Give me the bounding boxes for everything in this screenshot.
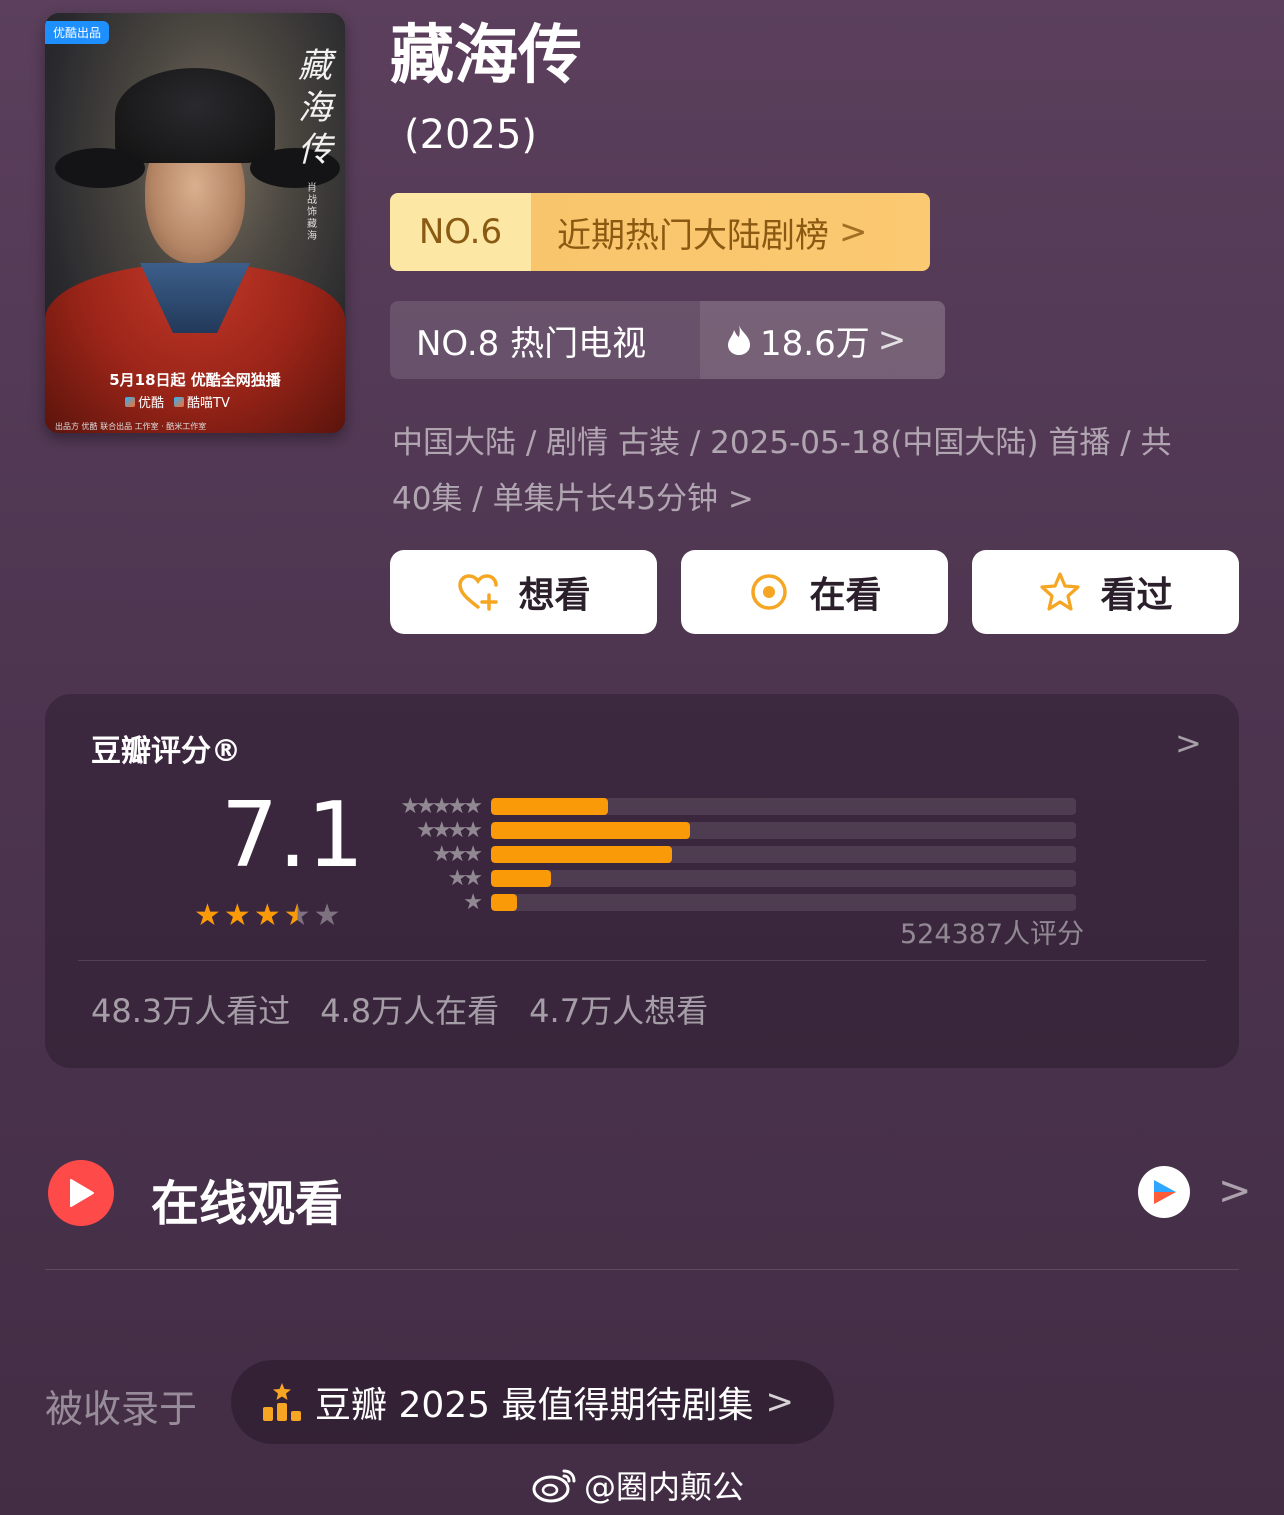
chevron-right-icon[interactable]: > xyxy=(1175,724,1202,762)
youku-icon xyxy=(125,397,135,407)
poster-credits: 出品方 优酷 联合出品 工作室 · 酷米工作室 xyxy=(55,422,207,431)
distribution-bar xyxy=(491,821,690,839)
distribution-star-label: ★ xyxy=(463,889,483,915)
distribution-bar xyxy=(491,869,552,887)
poster-hat xyxy=(115,68,275,163)
distribution-star-label: ★★ xyxy=(447,865,483,891)
rating-stats: 48.3万人看过 4.8万人在看 4.7万人想看 xyxy=(91,986,708,1032)
collected-list-pill[interactable]: 豆瓣 2025 最值得期待剧集 > xyxy=(231,1360,834,1444)
watching-button[interactable]: 在看 xyxy=(681,550,948,634)
watching-label: 在看 xyxy=(809,575,882,616)
play-icon xyxy=(48,1160,114,1226)
distribution-row: ★★★ xyxy=(383,841,1076,867)
collected-list-name: 豆瓣 2025 最值得期待剧集 xyxy=(315,1385,754,1426)
chevron-right-icon: > xyxy=(1218,1168,1252,1214)
release-year: (2025) xyxy=(404,112,538,158)
heat-value: 18.6万 > xyxy=(700,301,945,379)
online-watch-title: 在线观看 xyxy=(151,1176,344,1232)
rank-list-label: 近期热门大陆剧榜 xyxy=(557,215,829,256)
distribution-track xyxy=(491,821,1076,839)
rank-number: NO.6 xyxy=(390,193,531,271)
meta-info-line: 40集 / 单集片长45分钟 > xyxy=(392,481,754,517)
rating-distribution: ★★★★★ ★★★★ ★★★ ★★ ★ xyxy=(383,793,1076,915)
rating-star-icon: ★ xyxy=(313,898,341,933)
watermark: @圈内颠公 xyxy=(532,1462,744,1508)
distribution-bar xyxy=(491,797,608,815)
distribution-bar xyxy=(491,893,518,911)
watermark-text: @圈内颠公 xyxy=(584,1468,745,1506)
rating-count: 524387人评分 xyxy=(900,919,1085,950)
youku-logo-icon xyxy=(1138,1166,1190,1218)
rating-star-icon: ★ xyxy=(283,898,311,933)
poster-platform-youku: 优酷 xyxy=(125,392,164,411)
want-to-watch-button[interactable]: 想看 xyxy=(390,550,657,634)
distribution-track xyxy=(491,893,1076,911)
poster-platform-label: 优酷 xyxy=(138,396,165,411)
distribution-row: ★★ xyxy=(383,865,1076,891)
chevron-right-icon: > xyxy=(839,212,868,252)
poster-actor: 肖战 饰 藏海 xyxy=(307,183,317,242)
distribution-star-label: ★★★★ xyxy=(416,817,483,843)
poster-platforms: 优酷 酷喵TV xyxy=(125,392,230,411)
divider xyxy=(78,960,1206,961)
rating-star-icon: ★ xyxy=(194,898,221,933)
rating-score: 7.1 xyxy=(221,783,365,888)
kumiao-icon xyxy=(174,397,185,407)
poster-badge: 优酷出品 xyxy=(45,21,110,44)
star-outline-icon xyxy=(1040,572,1081,611)
distribution-row: ★ xyxy=(383,889,1076,915)
meta-info[interactable]: 中国大陆 / 剧情 古装 / 2025-05-18(中国大陆) 首播 / 共 4… xyxy=(392,415,1242,527)
rating-title: 豆瓣评分® xyxy=(91,734,241,769)
stat-watched[interactable]: 48.3万人看过 xyxy=(91,986,290,1032)
poster-hat-wing xyxy=(55,148,145,188)
rank-badge-secondary[interactable]: NO.8 热门电视 18.6万 > xyxy=(390,301,945,379)
rating-card[interactable]: 豆瓣评分® > 7.1 ★ ★ ★ ★ ★ ★★★★★ ★★★★ ★★★ ★★ ★ 524387… xyxy=(45,694,1239,1068)
rating-star-icon: ★ xyxy=(223,898,251,933)
podium-icon xyxy=(263,1383,301,1421)
rank-badge-primary[interactable]: NO.6 近期热门大陆剧榜 > xyxy=(390,193,930,271)
distribution-track xyxy=(491,845,1076,863)
distribution-track xyxy=(491,869,1076,887)
watched-label: 看过 xyxy=(1100,575,1173,616)
poster-platform-kumiao: 酷喵TV xyxy=(174,392,230,411)
poster-release: 5月18日起 优酷全网独播 xyxy=(109,371,281,389)
rank-number: NO.8 热门电视 xyxy=(390,301,700,379)
collected-label: 被收录于 xyxy=(45,1387,198,1431)
chevron-right-icon: > xyxy=(765,1382,795,1422)
stat-want[interactable]: 4.7万人想看 xyxy=(529,986,708,1032)
poster-image[interactable]: 优酷出品 藏海传 肖战 饰 藏海 5月18日起 优酷全网独播 优酷 酷喵TV 出… xyxy=(45,13,345,433)
flame-icon xyxy=(728,325,750,355)
rank-list-name: 近期热门大陆剧榜 > xyxy=(531,193,930,271)
weibo-icon xyxy=(532,1469,576,1503)
meta-info-line: 中国大陆 / 剧情 古装 / 2025-05-18(中国大陆) 首播 / 共 xyxy=(392,425,1172,461)
want-label: 想看 xyxy=(518,575,591,616)
poster-platform-label: 酷喵TV xyxy=(187,396,230,411)
rating-stars: ★ ★ ★ ★ ★ xyxy=(194,898,341,933)
chevron-right-icon: > xyxy=(877,320,907,360)
distribution-track xyxy=(491,797,1076,815)
distribution-row: ★★★★★ xyxy=(383,793,1076,819)
distribution-star-label: ★★★ xyxy=(431,841,483,867)
page-title: 藏海传 xyxy=(390,19,582,93)
target-icon xyxy=(751,574,788,610)
distribution-row: ★★★★ xyxy=(383,817,1076,843)
heat-label: 18.6万 xyxy=(760,323,870,364)
distribution-bar xyxy=(491,845,673,863)
rating-star-icon: ★ xyxy=(253,898,281,933)
online-watch-row[interactable]: 在线观看 > xyxy=(48,1158,1252,1232)
stat-watching[interactable]: 4.8万人在看 xyxy=(320,986,499,1032)
section-divider xyxy=(45,1269,1239,1270)
distribution-star-label: ★★★★★ xyxy=(400,793,483,819)
watched-button[interactable]: 看过 xyxy=(972,550,1239,634)
heart-plus-icon xyxy=(458,574,499,611)
poster-vertical-title: 藏海传 xyxy=(298,46,332,170)
